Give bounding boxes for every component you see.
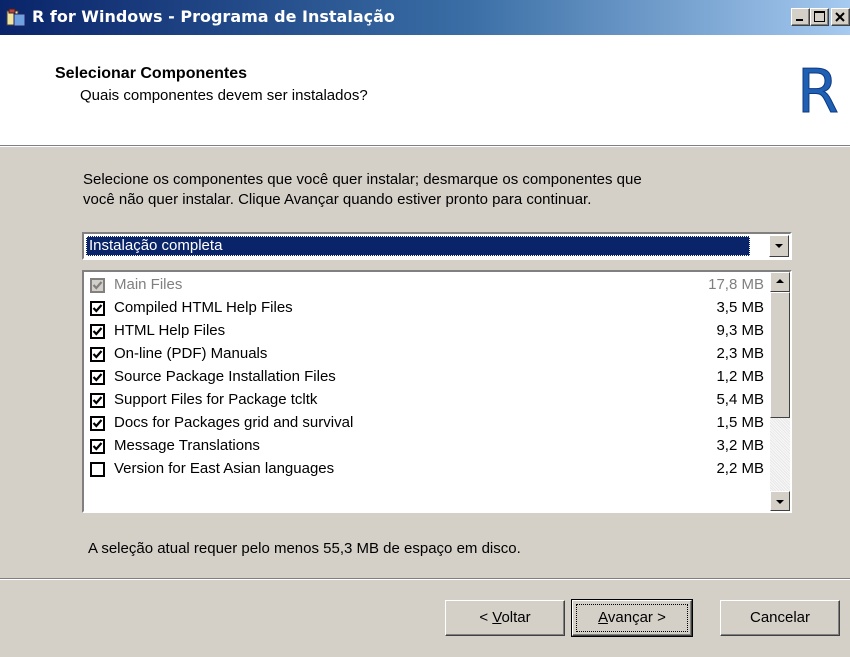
footer-divider-highlight — [0, 579, 850, 580]
component-label: Message Translations — [114, 437, 260, 454]
checkmark-icon — [92, 350, 103, 359]
component-label: Docs for Packages grid and survival — [114, 414, 354, 431]
instructions: Selecione os componentes que você quer i… — [83, 170, 783, 210]
component-size: 2,2 MB — [716, 460, 764, 477]
cancel-button[interactable]: Cancelar — [720, 600, 840, 636]
component-checkbox[interactable] — [90, 301, 105, 316]
maximize-icon — [814, 11, 825, 22]
component-label: Support Files for Package tcltk — [114, 391, 318, 408]
instructions-line-2: você não quer instalar. Clique Avançar q… — [83, 191, 592, 208]
chevron-down-icon — [775, 244, 783, 248]
component-size: 1,5 MB — [716, 414, 764, 431]
checkmark-icon — [92, 304, 103, 313]
close-button[interactable] — [831, 8, 850, 26]
disk-space-note: A seleção atual requer pelo menos 55,3 M… — [88, 540, 521, 557]
checkmark-icon — [92, 442, 103, 451]
component-size: 17,8 MB — [708, 276, 764, 293]
scroll-thumb[interactable] — [770, 292, 790, 418]
checkmark-icon — [92, 327, 103, 336]
arrow-up-icon — [776, 279, 784, 283]
component-row[interactable]: Support Files for Package tcltk 5,4 MB — [84, 389, 770, 412]
component-checkbox[interactable] — [90, 439, 105, 454]
wizard-header: Selecionar Componentes Quais componentes… — [0, 35, 850, 146]
checkmark-icon — [92, 419, 103, 428]
back-label: oltar — [501, 609, 531, 626]
component-row: Main Files 17,8 MB — [84, 274, 770, 297]
checkmark-icon — [92, 396, 103, 405]
component-checkbox[interactable] — [90, 393, 105, 408]
component-label: On-line (PDF) Manuals — [114, 345, 268, 362]
header-divider — [0, 146, 850, 147]
maximize-button[interactable] — [810, 8, 829, 26]
component-checkbox[interactable] — [90, 347, 105, 362]
vertical-scrollbar[interactable] — [770, 272, 790, 511]
arrow-down-icon — [776, 500, 784, 504]
component-label: Version for East Asian languages — [114, 460, 335, 477]
component-size: 9,3 MB — [716, 322, 764, 339]
dropdown-button[interactable] — [769, 235, 789, 257]
component-label: HTML Help Files — [114, 322, 226, 339]
component-size: 2,3 MB — [716, 345, 764, 362]
focus-rect — [576, 604, 688, 632]
component-row[interactable]: Message Translations 3,2 MB — [84, 435, 770, 458]
page-title: Selecionar Componentes — [55, 65, 248, 82]
component-label: Main Files — [114, 276, 183, 293]
component-label: Source Package Installation Files — [114, 368, 336, 385]
back-button[interactable]: < Voltar — [445, 600, 565, 636]
scroll-down-button[interactable] — [770, 491, 790, 511]
component-row[interactable]: Version for East Asian languages 2,2 MB — [84, 458, 770, 481]
scroll-up-button[interactable] — [770, 272, 790, 292]
svg-text:R: R — [797, 57, 839, 117]
instructions-line-1: Selecione os componentes que você quer i… — [83, 171, 642, 188]
component-checkbox[interactable] — [90, 462, 105, 477]
checkmark-icon — [92, 281, 103, 290]
component-size: 5,4 MB — [716, 391, 764, 408]
component-label: Compiled HTML Help Files — [114, 299, 293, 316]
component-size: 3,2 MB — [716, 437, 764, 454]
component-row[interactable]: Docs for Packages grid and survival 1,5 M… — [84, 412, 770, 435]
minimize-button[interactable] — [791, 8, 810, 26]
window-title: R for Windows - Programa de Instalação — [32, 7, 395, 26]
component-row[interactable]: Compiled HTML Help Files 3,5 MB — [84, 297, 770, 320]
component-checkbox[interactable] — [90, 324, 105, 339]
close-icon — [835, 12, 845, 22]
next-button[interactable]: Avançar > — [571, 599, 693, 637]
install-type-select[interactable]: Instalação completa — [82, 232, 792, 260]
component-checkbox[interactable] — [90, 370, 105, 385]
component-row[interactable]: On-line (PDF) Manuals 2,3 MB — [84, 343, 770, 366]
component-row[interactable]: Source Package Installation Files 1,2 MB — [84, 366, 770, 389]
component-size: 3,5 MB — [716, 299, 764, 316]
installer-icon — [6, 8, 26, 27]
components-list[interactable]: Main Files 17,8 MB Compiled HTML Help File… — [82, 270, 792, 513]
component-checkbox[interactable] — [90, 416, 105, 431]
install-type-value: Instalação completa — [86, 236, 750, 256]
r-logo: R — [797, 57, 840, 117]
component-size: 1,2 MB — [716, 368, 764, 385]
minimize-icon — [796, 19, 803, 21]
cancel-label: Cancelar — [749, 609, 811, 626]
component-checkbox — [90, 278, 105, 293]
page-subtitle: Quais componentes devem ser instalados? — [80, 87, 368, 104]
title-bar[interactable]: R for Windows - Programa de Instalação — [0, 0, 850, 35]
checkmark-icon — [92, 373, 103, 382]
back-prefix: < — [479, 609, 493, 626]
component-row[interactable]: HTML Help Files 9,3 MB — [84, 320, 770, 343]
